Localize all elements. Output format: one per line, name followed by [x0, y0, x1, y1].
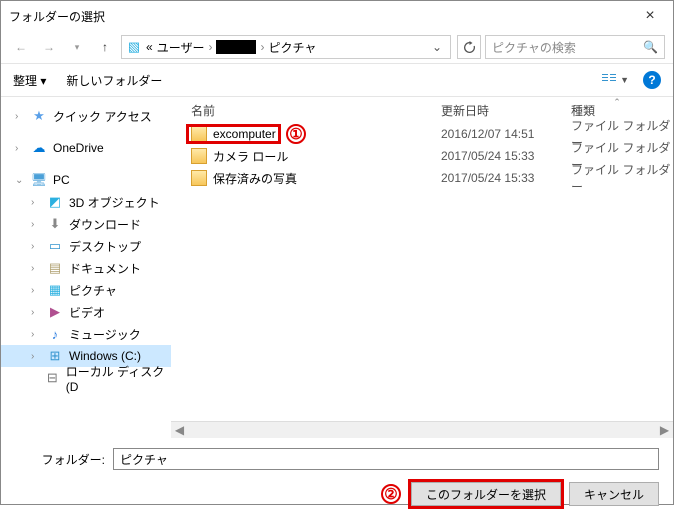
breadcrumb-seg[interactable]: ユーザー — [157, 39, 205, 56]
folder-icon — [191, 148, 207, 164]
tree-onedrive[interactable]: ›☁OneDrive — [1, 137, 171, 159]
list-item[interactable]: 保存済みの写真 2017/05/24 15:33 ファイル フォルダー — [171, 167, 673, 189]
download-icon: ⬇ — [47, 216, 63, 232]
refresh-button[interactable] — [457, 35, 481, 59]
toolbar: 整理 ▾ 新しいフォルダー ▼ ? — [1, 63, 673, 97]
file-list: ⌃ 名前 更新日時 種類 excomputer 2016/12/07 14:51… — [171, 97, 673, 421]
tree-videos[interactable]: ›▶ビデオ — [1, 301, 171, 323]
back-button[interactable]: ← — [9, 35, 33, 59]
sort-indicator: ⌃ — [366, 97, 674, 108]
desktop-icon: ▭ — [47, 238, 63, 254]
up-button[interactable]: ↑ — [93, 35, 117, 59]
search-input[interactable]: ピクチャの検索 🔍 — [485, 35, 665, 59]
tree-local-disk[interactable]: ⊟ローカル ディスク (D — [1, 367, 171, 389]
music-icon: ♪ — [47, 326, 63, 342]
annotation-2: ② — [381, 484, 401, 504]
breadcrumb-chevron: › — [260, 40, 264, 54]
organize-menu[interactable]: 整理 ▾ — [13, 72, 46, 89]
titlebar: フォルダーの選択 × — [1, 1, 673, 31]
document-icon: ▤ — [47, 260, 63, 276]
h-scrollbar[interactable]: ◀ ▶ — [171, 421, 673, 438]
tree-downloads[interactable]: ›⬇ダウンロード — [1, 213, 171, 235]
tree-music[interactable]: ›♪ミュージック — [1, 323, 171, 345]
breadcrumb-chevron: « — [146, 40, 153, 54]
select-folder-button[interactable]: このフォルダーを選択 — [411, 482, 561, 506]
breadcrumb-seg[interactable]: ピクチャ — [268, 39, 316, 56]
address-dropdown[interactable]: ⌄ — [428, 40, 446, 54]
tree-pictures[interactable]: ›▦ピクチャ — [1, 279, 171, 301]
window-title: フォルダーの選択 — [9, 8, 105, 25]
search-icon: 🔍 — [643, 40, 658, 54]
footer: フォルダー: ② このフォルダーを選択 キャンセル — [1, 438, 673, 516]
breadcrumb-redacted — [216, 40, 256, 54]
star-icon: ★ — [31, 108, 47, 124]
drive-icon: ⊞ — [47, 348, 63, 364]
cloud-icon: ☁ — [31, 140, 47, 156]
video-icon: ▶ — [47, 304, 63, 320]
view-options-button[interactable]: ▼ — [598, 71, 633, 89]
scroll-right[interactable]: ▶ — [656, 423, 673, 437]
forward-button: → — [37, 35, 61, 59]
tree-3d[interactable]: ›◩3D オブジェクト — [1, 191, 171, 213]
folder-icon — [191, 170, 207, 186]
recent-dropdown[interactable]: ▾ — [65, 35, 89, 59]
pc-icon: 🖥 — [31, 172, 47, 188]
scroll-left[interactable]: ◀ — [171, 423, 188, 437]
tree-desktop[interactable]: ›▭デスクトップ — [1, 235, 171, 257]
folder-name-input[interactable] — [113, 448, 659, 470]
cancel-button[interactable]: キャンセル — [569, 482, 659, 506]
folder-label: フォルダー: — [15, 451, 105, 468]
picture-icon: ▦ — [47, 282, 63, 298]
search-placeholder: ピクチャの検索 — [492, 39, 576, 56]
help-button[interactable]: ? — [643, 71, 661, 89]
folder-icon — [191, 126, 207, 142]
tree-quick-access[interactable]: ›★クイック アクセス — [1, 105, 171, 127]
close-icon[interactable]: × — [635, 7, 665, 25]
nav-tree: ›★クイック アクセス ›☁OneDrive ⌄🖥PC ›◩3D オブジェクト … — [1, 97, 171, 421]
new-folder-button[interactable]: 新しいフォルダー — [66, 72, 162, 89]
tree-pc[interactable]: ⌄🖥PC — [1, 169, 171, 191]
navbar: ← → ▾ ↑ ▧ « ユーザー › › ピクチャ ⌄ ピクチャの検索 🔍 — [1, 31, 673, 63]
address-bar[interactable]: ▧ « ユーザー › › ピクチャ ⌄ — [121, 35, 451, 59]
disk-icon: ⊟ — [45, 370, 60, 386]
cube-icon: ◩ — [47, 194, 63, 210]
breadcrumb-chevron: › — [208, 40, 212, 54]
folder-icon: ▧ — [126, 39, 142, 55]
tree-documents[interactable]: ›▤ドキュメント — [1, 257, 171, 279]
